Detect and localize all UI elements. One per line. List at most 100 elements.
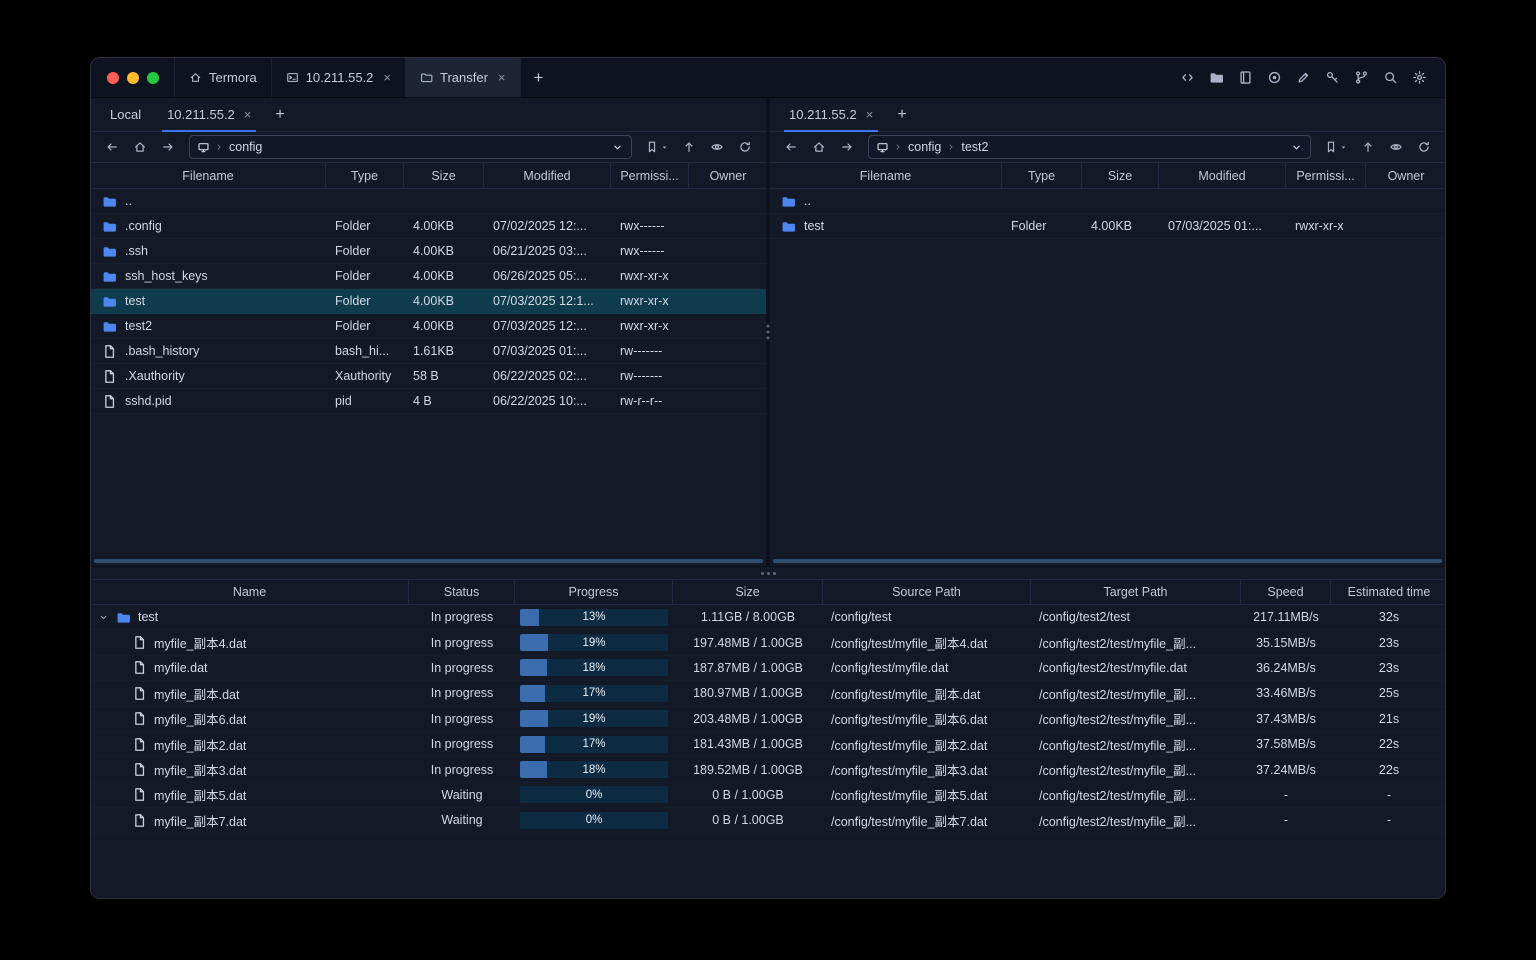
record-icon[interactable]	[1263, 67, 1285, 89]
go-parent-button[interactable]	[1355, 135, 1381, 159]
table-row[interactable]: test Folder 4.00KB 07/03/2025 01:... rwxr-xr…	[770, 214, 1445, 239]
titlebar-tabs: Termora 10.211.55.2 × Transfer ×	[174, 58, 521, 97]
breadcrumb-segment[interactable]: config	[228, 140, 263, 154]
column-header-filename[interactable]: Filename	[91, 163, 326, 188]
home-button[interactable]	[127, 135, 153, 159]
transfer-column-estimated-time[interactable]: Estimated time	[1331, 580, 1445, 604]
column-header-permissi-[interactable]: Permissi...	[611, 163, 689, 188]
column-header-modified[interactable]: Modified	[484, 163, 611, 188]
transfer-row[interactable]: myfile_副本4.dat In progress 19% 197.48MB / 1…	[91, 630, 1445, 656]
code-icon[interactable]	[1176, 67, 1198, 89]
close-tab-icon[interactable]: ×	[866, 108, 874, 121]
table-row[interactable]: ..	[770, 189, 1445, 214]
transfer-row[interactable]: test In progress 13% 1.11GB / 8.00GB/config…	[91, 605, 1445, 631]
transfer-column-progress[interactable]: Progress	[515, 580, 673, 604]
transfer-row[interactable]: myfile_副本2.dat In progress 17% 181.43MB / 1…	[91, 732, 1445, 758]
edit-icon[interactable]	[1292, 67, 1314, 89]
close-window-button[interactable]	[107, 71, 119, 84]
transfer-column-status[interactable]: Status	[409, 580, 515, 604]
table-row[interactable]: test2 Folder 4.00KB 07/03/2025 12:... rwxr-x…	[91, 314, 766, 339]
maximize-window-button[interactable]	[147, 71, 159, 84]
path-dropdown-icon[interactable]	[611, 141, 624, 154]
tab-label: Local	[110, 107, 142, 122]
table-row[interactable]: .Xauthority Xauthority 58 B 06/22/2025 02:.…	[91, 364, 766, 389]
transfer-row[interactable]: myfile_副本.dat In progress 17% 180.97MB / 1.…	[91, 681, 1445, 707]
table-row[interactable]: .ssh Folder 4.00KB 06/21/2025 03:... rwx----…	[91, 239, 766, 264]
column-header-type[interactable]: Type	[326, 163, 404, 188]
breadcrumb-segment[interactable]: config	[907, 140, 942, 154]
left-path-bar[interactable]: config	[189, 135, 632, 159]
show-hidden-button[interactable]	[1383, 135, 1409, 159]
column-header-modified[interactable]: Modified	[1159, 163, 1286, 188]
transfer-column-source-path[interactable]: Source Path	[823, 580, 1031, 604]
forward-button[interactable]	[155, 135, 181, 159]
go-parent-button[interactable]	[676, 135, 702, 159]
table-row[interactable]: ..	[91, 189, 766, 214]
close-tab-icon[interactable]: ×	[498, 71, 506, 84]
breadcrumb-segment[interactable]: test2	[960, 140, 989, 154]
transfer-row[interactable]: myfile_副本5.dat Waiting 0% 0 B / 1.00GB/conf…	[91, 783, 1445, 809]
type-cell: pid	[335, 394, 352, 408]
column-header-filename[interactable]: Filename	[770, 163, 1002, 188]
folder-icon[interactable]	[1205, 67, 1227, 89]
transfer-column-name[interactable]: Name	[91, 580, 409, 604]
transfer-row[interactable]: myfile_副本6.dat In progress 19% 203.48MB / 1…	[91, 707, 1445, 732]
column-header-type[interactable]: Type	[1002, 163, 1082, 188]
transfer-column-speed[interactable]: Speed	[1241, 580, 1331, 604]
right-tab-10-211-55-2[interactable]: 10.211.55.2 ×	[776, 98, 886, 132]
search-icon[interactable]	[1379, 67, 1401, 89]
column-header-permissi-[interactable]: Permissi...	[1286, 163, 1366, 188]
estimated-time-cell: 22s	[1378, 762, 1400, 777]
close-tab-icon[interactable]: ×	[383, 71, 391, 84]
expand-caret-icon[interactable]	[98, 612, 109, 623]
notebook-icon[interactable]	[1234, 67, 1256, 89]
titlebar-tab-transfer[interactable]: Transfer ×	[405, 58, 521, 97]
refresh-button[interactable]	[1411, 135, 1437, 159]
table-row[interactable]: sshd.pid pid 4 B 06/22/2025 10:... rw-r--r--	[91, 389, 766, 414]
show-hidden-button[interactable]	[704, 135, 730, 159]
transfer-row[interactable]: myfile.dat In progress 18% 187.87MB / 1.00G…	[91, 656, 1445, 682]
transfer-row[interactable]: myfile_副本7.dat Waiting 0% 0 B / 1.00GB/conf…	[91, 808, 1445, 834]
back-button[interactable]	[778, 135, 804, 159]
right-new-tab-button[interactable]: +	[886, 98, 917, 131]
minimize-window-button[interactable]	[127, 71, 139, 84]
scrollbar-thumb[interactable]	[773, 559, 1442, 563]
scrollbar-thumb[interactable]	[94, 559, 763, 563]
transfer-table-header: Name Status Progress Size Source Path Target …	[91, 580, 1445, 605]
settings-icon[interactable]	[1408, 67, 1430, 89]
close-tab-icon[interactable]: ×	[244, 108, 252, 121]
horizontal-splitter[interactable]	[91, 566, 1445, 580]
column-header-owner[interactable]: Owner	[1366, 163, 1445, 188]
column-header-size[interactable]: Size	[1082, 163, 1159, 188]
titlebar-tab-termora[interactable]: Termora	[174, 58, 272, 97]
bookmark-button[interactable]	[1319, 135, 1353, 159]
file-icon	[102, 344, 117, 359]
right-path-bar[interactable]: config test2	[868, 135, 1311, 159]
left-tab-10-211-55-2[interactable]: 10.211.55.2 ×	[154, 98, 264, 132]
branch-icon[interactable]	[1350, 67, 1372, 89]
vertical-splitter[interactable]	[766, 98, 770, 566]
bookmark-button[interactable]	[640, 135, 674, 159]
home-button[interactable]	[806, 135, 832, 159]
table-row[interactable]: .config Folder 4.00KB 07/02/2025 12:... rwx-…	[91, 214, 766, 239]
refresh-button[interactable]	[732, 135, 758, 159]
bookmark-caret-icon	[1339, 143, 1348, 152]
key-icon[interactable]	[1321, 67, 1343, 89]
transfer-row[interactable]: myfile_副本3.dat In progress 18% 189.52MB / 1…	[91, 757, 1445, 783]
table-row[interactable]: test Folder 4.00KB 07/03/2025 12:1... rwxr-x…	[91, 289, 766, 314]
column-header-owner[interactable]: Owner	[689, 163, 767, 188]
left-new-tab-button[interactable]: +	[264, 98, 295, 131]
transfer-column-size[interactable]: Size	[673, 580, 823, 604]
path-dropdown-icon[interactable]	[1290, 141, 1303, 154]
column-header-size[interactable]: Size	[404, 163, 484, 188]
code-icon	[1180, 70, 1195, 85]
table-row[interactable]: .bash_history bash_hi... 1.61KB 07/03/2025 …	[91, 339, 766, 364]
permissions-cell: rwxr-xr-x	[1295, 219, 1344, 233]
forward-button[interactable]	[834, 135, 860, 159]
left-tab-local[interactable]: Local	[97, 98, 154, 131]
back-button[interactable]	[99, 135, 125, 159]
titlebar-tab-10-211-55-2[interactable]: 10.211.55.2 ×	[270, 58, 406, 97]
new-window-tab-button[interactable]: +	[521, 58, 557, 97]
table-row[interactable]: ssh_host_keys Folder 4.00KB 06/26/2025 05:.…	[91, 264, 766, 289]
transfer-column-target-path[interactable]: Target Path	[1031, 580, 1241, 604]
